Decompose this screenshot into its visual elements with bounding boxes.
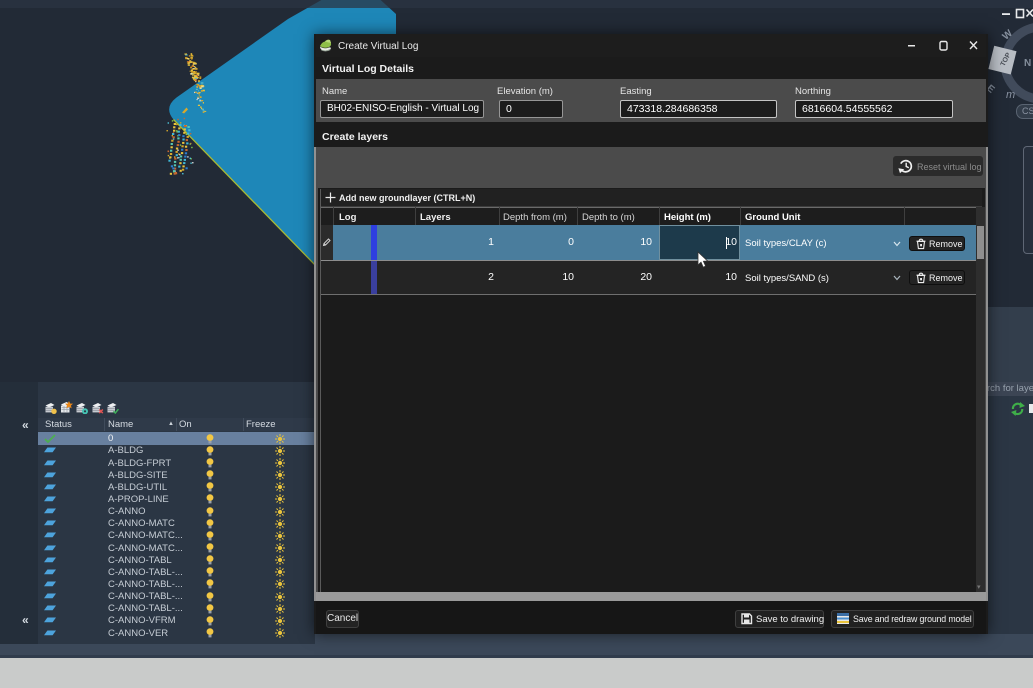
svg-text:m: m	[1006, 89, 1015, 101]
svg-text:N: N	[1024, 58, 1031, 69]
